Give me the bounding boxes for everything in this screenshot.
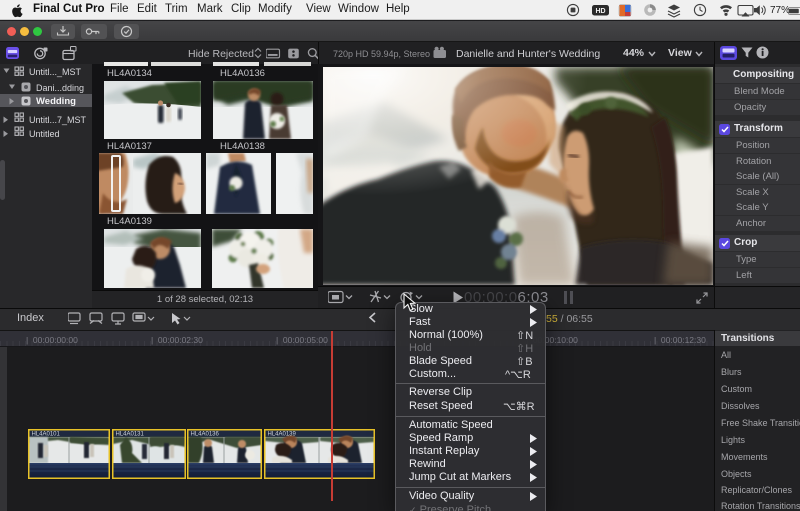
svg-text:HD: HD: [595, 8, 605, 15]
svg-text:HL4A0136: HL4A0136: [191, 432, 220, 438]
svg-text:HL4A0139: HL4A0139: [268, 432, 297, 438]
svg-text:HL4A0131: HL4A0131: [116, 432, 145, 438]
svg-text:HL4A0101: HL4A0101: [32, 432, 61, 438]
